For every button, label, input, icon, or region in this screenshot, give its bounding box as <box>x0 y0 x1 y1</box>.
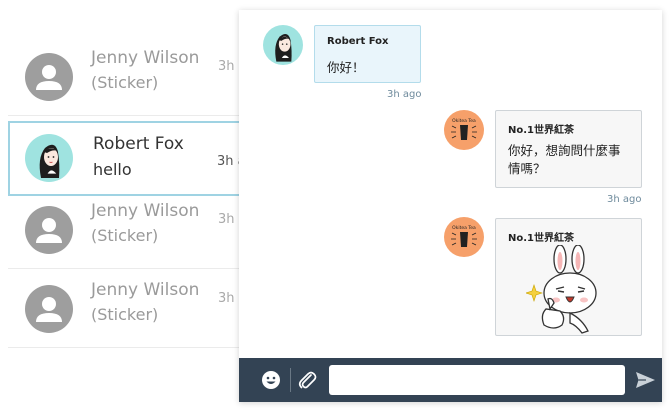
sticker-message: No.1世界紅茶 <box>495 218 642 336</box>
brand-avatar-label: Okitea Tea <box>452 118 476 124</box>
chat-panel: Robert Fox 你好！ 3h ago Okitea Tea No.1世界紅… <box>239 10 662 402</box>
message-text: 你好！ <box>327 60 365 75</box>
conversation-preview: (Sticker) <box>91 226 159 245</box>
avatar <box>263 25 303 65</box>
composer-divider <box>290 368 291 392</box>
conversation-preview: (Sticker) <box>91 305 159 324</box>
rabbit-sticker-icon <box>526 245 597 334</box>
message-input[interactable] <box>329 365 625 395</box>
conversation-preview: hello <box>93 160 132 179</box>
conversation-preview: (Sticker) <box>91 73 159 92</box>
attachment-icon[interactable] <box>294 367 320 393</box>
message-sender: No.1世界紅茶 <box>508 125 574 136</box>
avatar-placeholder-icon <box>25 206 73 254</box>
brand-avatar: Okitea Tea <box>444 217 484 257</box>
conversation-name: Jenny Wilson <box>91 280 200 300</box>
message-sender: Robert Fox <box>327 36 389 47</box>
avatar-placeholder-icon <box>25 285 73 333</box>
avatar <box>25 134 73 182</box>
brand-avatar: Okitea Tea <box>444 110 484 150</box>
brand-avatar-label: Okitea Tea <box>452 225 476 231</box>
message-bubble: No.1世界紅茶 你好，想詢問什麼事 情嗎？ <box>495 110 642 188</box>
conversation-name: Robert Fox <box>93 134 184 154</box>
message-bubble: Robert Fox 你好！ <box>314 25 421 83</box>
conversation-name: Jenny Wilson <box>91 201 200 221</box>
message-text: 你好，想詢問什麼事 <box>508 143 621 158</box>
message-text-line2: 情嗎？ <box>508 161 546 176</box>
message-time: 3h ago <box>607 194 642 205</box>
message-time: 3h ago <box>387 89 422 100</box>
emoji-icon[interactable] <box>258 367 284 393</box>
avatar-placeholder-icon <box>25 53 73 101</box>
conversation-name: Jenny Wilson <box>91 48 200 68</box>
send-icon[interactable] <box>633 368 657 392</box>
message-composer <box>239 358 662 402</box>
message-sender: No.1世界紅茶 <box>508 233 574 244</box>
